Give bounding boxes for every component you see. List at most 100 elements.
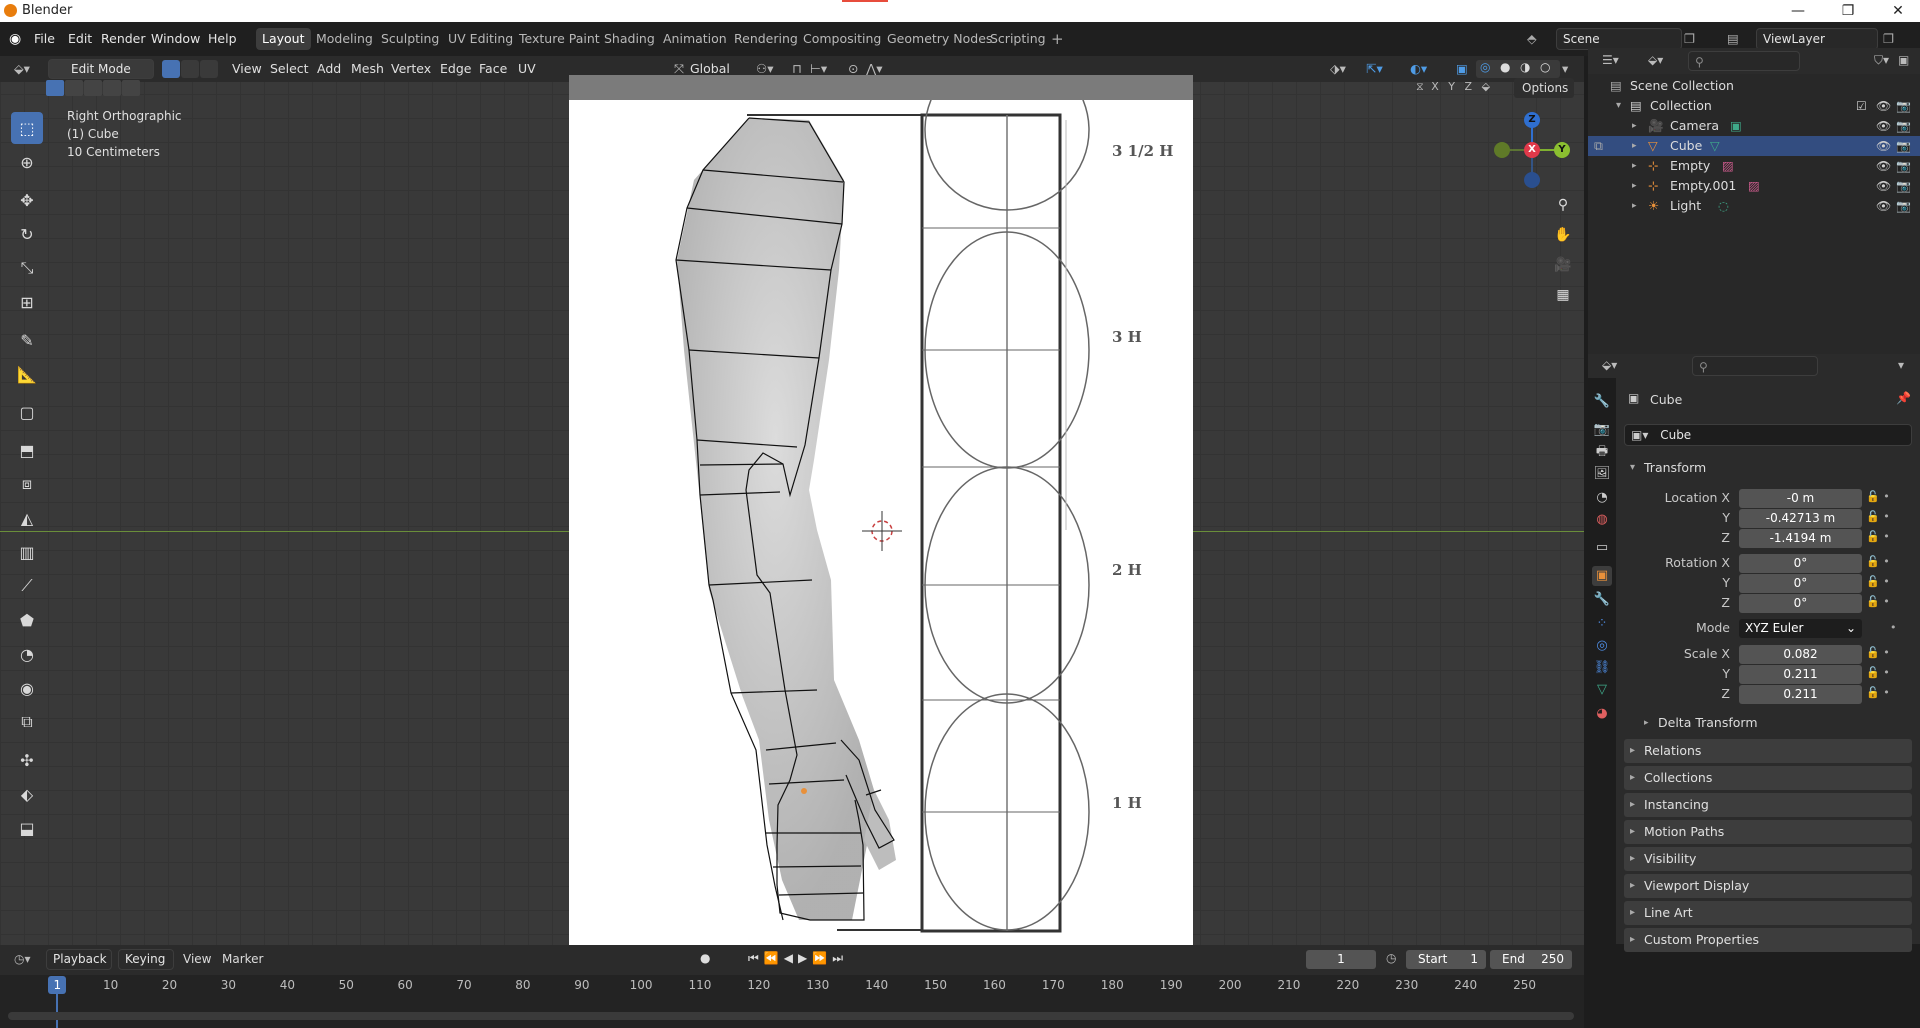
rip-region-tool[interactable]: ⬓	[11, 812, 43, 844]
delta-transform-subpanel[interactable]: ▸ Delta Transform	[1640, 712, 1910, 734]
menu-edge[interactable]: Edge	[440, 56, 471, 82]
rotation-z-field[interactable]: 0°	[1739, 594, 1862, 613]
preview-range-icon[interactable]: ◷	[1386, 951, 1396, 965]
hide-eye-icon[interactable]: 👁	[1876, 136, 1891, 156]
xray-toggle-icon[interactable]: ▣	[1456, 56, 1468, 82]
lock-icon[interactable]: 🔓 •	[1866, 686, 1890, 699]
menu-edit[interactable]: Edit	[68, 22, 92, 56]
outliner-item-camera[interactable]: ▸ 🎥 Camera ▣ 👁 📷	[1588, 116, 1920, 136]
hide-eye-icon[interactable]: 👁	[1876, 176, 1891, 196]
shear-tool[interactable]: ⬖	[11, 778, 43, 810]
panel-visibility[interactable]: ▸ Visibility	[1624, 847, 1912, 871]
measure-tool[interactable]: 📐	[11, 358, 43, 390]
location-z-field[interactable]: -1.4194 m	[1739, 529, 1862, 548]
outliner-item-empty-001[interactable]: ▸ ⊹ Empty.001 ▨ 👁 📷	[1588, 176, 1920, 196]
render-tab-icon[interactable]: 📷	[1592, 420, 1612, 440]
tab-uv-editing[interactable]: UV Editing	[442, 28, 519, 50]
jump-start-icon[interactable]: ⏮	[748, 951, 764, 965]
view-layer-selector[interactable]: ViewLayer	[1756, 28, 1878, 50]
outliner-item-cube[interactable]: ⧉ ▸ ▽ Cube ▽ 👁 📷	[1588, 136, 1920, 156]
render-camera-icon[interactable]: 📷	[1896, 176, 1911, 196]
rotation-mode-dropdown[interactable]: XYZ Euler ⌄	[1739, 619, 1862, 638]
menu-vertex[interactable]: Vertex	[391, 56, 431, 82]
vertex-select-button[interactable]	[162, 60, 180, 78]
close-button[interactable]: ✕	[1876, 0, 1920, 22]
ortho-grid-icon[interactable]: ▦	[1551, 283, 1575, 307]
expand-chevron-icon[interactable]: ▸	[1632, 156, 1637, 176]
outliner-collection[interactable]: ▾ ▤ Collection ☑ 👁 📷	[1588, 96, 1920, 116]
location-x-field[interactable]: -0 m	[1739, 489, 1862, 508]
menu-uv[interactable]: UV	[518, 56, 536, 82]
knife-tool[interactable]: ⟋	[11, 570, 43, 602]
cursor-tool[interactable]: ⊕	[11, 146, 43, 178]
menu-view[interactable]: View	[232, 56, 262, 82]
output-tab-icon[interactable]: 🖶	[1592, 442, 1612, 462]
bevel-tool[interactable]: ◭	[11, 502, 43, 534]
mirror-axis-y[interactable]: Y	[1448, 80, 1455, 93]
auto-merge-icon[interactable]: ⬙	[1482, 80, 1490, 93]
play-reverse-icon[interactable]: ◀	[784, 951, 798, 965]
menu-file[interactable]: File	[34, 22, 55, 56]
poly-build-tool[interactable]: ⬟	[11, 604, 43, 636]
timeline-view-menu[interactable]: View	[183, 952, 211, 966]
gizmo-x-axis[interactable]: X	[1524, 142, 1540, 158]
loop-cut-tool[interactable]: ▥	[11, 536, 43, 568]
panel-line-art[interactable]: ▸ Line Art	[1624, 901, 1912, 925]
tab-compositing[interactable]: Compositing	[797, 28, 887, 50]
render-camera-icon[interactable]: 📷	[1896, 136, 1911, 156]
exclude-checkbox[interactable]: ☑	[1856, 96, 1867, 116]
scale-x-field[interactable]: 0.082	[1739, 645, 1862, 664]
menu-add[interactable]: Add	[317, 56, 341, 82]
view-layer-tab-icon[interactable]: 🖼	[1592, 464, 1612, 484]
select-box-tool[interactable]: ⬚	[11, 112, 43, 144]
menu-select[interactable]: Select	[270, 56, 309, 82]
panel-viewport-display[interactable]: ▸ Viewport Display	[1624, 874, 1912, 898]
panel-motion-paths[interactable]: ▸ Motion Paths	[1624, 820, 1912, 844]
collapse-chevron-icon[interactable]: ▾	[1616, 96, 1621, 116]
shrink-fatten-tool[interactable]: ✣	[11, 744, 43, 776]
tab-layout[interactable]: Layout	[256, 28, 311, 50]
tab-scripting[interactable]: Scripting	[984, 28, 1052, 50]
pin-icon[interactable]: 📌	[1896, 391, 1911, 405]
menu-mesh[interactable]: Mesh	[351, 56, 384, 82]
hide-eye-icon[interactable]: 👁	[1876, 116, 1891, 136]
menu-render[interactable]: Render	[101, 22, 146, 56]
panel-collections[interactable]: ▸ Collections	[1624, 766, 1912, 790]
tab-shading[interactable]: Shading	[598, 28, 661, 50]
outliner-editor-type-icon[interactable]: ☰▾	[1602, 53, 1619, 67]
wireframe-shading-icon[interactable]: ◎	[1480, 60, 1490, 74]
outliner-item-empty[interactable]: ▸ ⊹ Empty ▨ 👁 📷	[1588, 156, 1920, 176]
expand-chevron-icon[interactable]: ▸	[1632, 196, 1637, 216]
location-y-field[interactable]: -0.42713 m	[1739, 509, 1862, 528]
display-mode-icon[interactable]: ⬙▾	[1648, 53, 1663, 67]
tab-sculpting[interactable]: Sculpting	[375, 28, 445, 50]
lock-icon[interactable]: 🔓 •	[1866, 575, 1890, 588]
lock-icon[interactable]: 🔓 •	[1866, 646, 1890, 659]
lock-icon[interactable]: 🔓 •	[1866, 666, 1890, 679]
outliner-item-light[interactable]: ▸ ☀ Light ◌ 👁 📷	[1588, 196, 1920, 216]
render-camera-icon[interactable]: 📷	[1896, 156, 1911, 176]
expand-chevron-icon[interactable]: ▸	[1632, 116, 1637, 136]
timeline-editor-type-icon[interactable]: ◷▾	[14, 952, 31, 966]
maximize-button[interactable]: ❐	[1826, 0, 1870, 22]
properties-options-icon[interactable]: ▾	[1898, 358, 1904, 372]
select-intersect-icon[interactable]	[122, 80, 140, 96]
options-dropdown[interactable]: Options	[1514, 78, 1574, 98]
scene-selector[interactable]: Scene	[1556, 28, 1682, 50]
keying-menu[interactable]: Keying	[118, 949, 174, 970]
panel-custom-properties[interactable]: ▸ Custom Properties	[1624, 928, 1912, 952]
blender-menu-icon[interactable]: ◉	[9, 22, 21, 56]
smooth-tool[interactable]: ◉	[11, 672, 43, 704]
scale-z-field[interactable]: 0.211	[1739, 685, 1862, 704]
transform-tool[interactable]: ⊞	[11, 286, 43, 318]
inset-faces-tool[interactable]: ⧈	[11, 468, 43, 500]
filter-icon[interactable]: ⛉▾	[1874, 53, 1889, 68]
tab-geometry-nodes[interactable]: Geometry Nodes	[881, 28, 998, 50]
gizmo-neg-z-axis[interactable]	[1524, 172, 1540, 188]
render-camera-icon[interactable]: 📷	[1896, 116, 1911, 136]
tab-texture-paint[interactable]: Texture Paint	[513, 28, 606, 50]
tab-animation[interactable]: Animation	[657, 28, 733, 50]
auto-keying-icon[interactable]: ●	[700, 951, 710, 965]
object-name-field[interactable]: ▣▾ Cube	[1624, 424, 1912, 446]
scene-icon[interactable]: ⬘	[1527, 22, 1537, 56]
